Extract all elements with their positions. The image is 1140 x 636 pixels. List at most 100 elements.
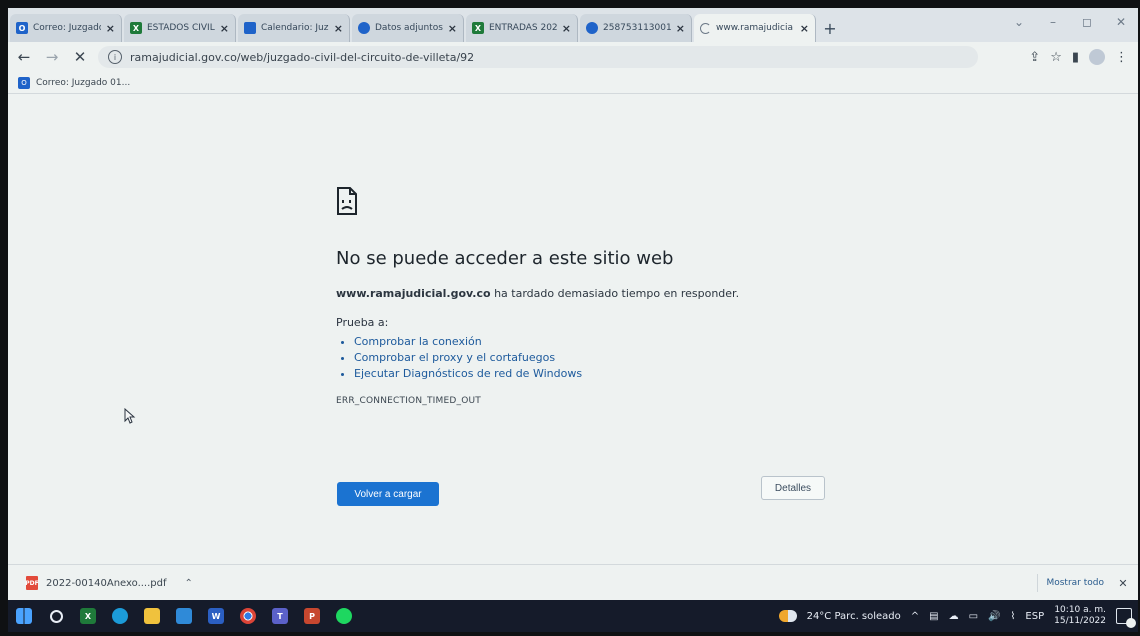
info-icon[interactable]: i — [108, 50, 122, 64]
clock[interactable]: 10:10 a. m. 15/11/2022 — [1054, 605, 1106, 627]
try-label: Prueba a: — [336, 316, 389, 329]
system-tray: 24°C Parc. soleado ^ ▤ ☁ ▭ 🔊 ⌇ ESP 10:10… — [778, 605, 1136, 628]
search-taskbar[interactable] — [40, 600, 72, 632]
language-indicator[interactable]: ESP — [1025, 611, 1044, 622]
new-tab-button[interactable]: + — [816, 14, 844, 42]
download-bar: PDF 2022-00140Anexo....pdf ⌃ Mostrar tod… — [8, 564, 1138, 601]
error-description: www.ramajudicial.gov.co ha tardado demas… — [336, 287, 856, 300]
taskbar-teams[interactable]: T — [264, 600, 296, 632]
suggestion-check-proxy[interactable]: Comprobar el proxy y el cortafuegos — [354, 351, 856, 364]
suggestion-list: Comprobar la conexión Comprobar el proxy… — [336, 335, 856, 380]
error-message: ha tardado demasiado tiempo en responder… — [490, 287, 740, 300]
windows-icon — [16, 608, 32, 624]
tab-calendario[interactable]: Calendario: Juzg × — [238, 14, 350, 42]
close-icon[interactable]: × — [220, 22, 229, 35]
calendar-icon — [244, 22, 256, 34]
word-icon: W — [208, 608, 224, 624]
taskbar-spotify[interactable] — [328, 600, 360, 632]
back-icon[interactable]: ← — [12, 45, 36, 69]
forward-icon[interactable]: → — [40, 45, 64, 69]
chrome-icon — [240, 608, 256, 624]
address-bar[interactable]: i ramajudicial.gov.co/web/juzgado-civil-… — [98, 46, 978, 68]
volume-icon[interactable]: 🔊 — [988, 611, 1000, 622]
reload-button[interactable]: Volver a cargar — [337, 482, 439, 506]
onedrive-icon — [586, 22, 598, 34]
close-icon[interactable]: × — [562, 22, 571, 35]
download-filename: 2022-00140Anexo....pdf — [46, 577, 167, 589]
close-icon[interactable]: × — [800, 22, 809, 35]
window-controls: ⌄ – ◻ ✕ — [1002, 8, 1138, 36]
menu-icon[interactable]: ⋮ — [1115, 50, 1128, 65]
tab-datos-adjuntos[interactable]: Datos adjuntos × — [352, 14, 464, 42]
show-all-button[interactable]: Mostrar todo — [1037, 574, 1112, 592]
clipboard-icon[interactable]: ▤ — [929, 611, 938, 622]
loading-icon — [700, 22, 711, 34]
powerpoint-icon: P — [304, 608, 320, 624]
outlook-icon: O — [18, 76, 30, 89]
tab-correo[interactable]: O Correo: Juzgado × — [10, 14, 122, 42]
browser-toolbar: ← → ✕ i ramajudicial.gov.co/web/juzgado-… — [8, 42, 1138, 72]
screen: O Correo: Juzgado × X ESTADOS CIVILES × … — [8, 8, 1138, 632]
tab-title: www.ramajudicia — [716, 23, 793, 33]
download-item[interactable]: PDF 2022-00140Anexo....pdf — [25, 576, 167, 590]
profile-icon[interactable] — [1089, 49, 1105, 65]
cloud-icon[interactable]: ☁ — [949, 611, 959, 622]
tab-estados-civiles[interactable]: X ESTADOS CIVILES × — [124, 14, 236, 42]
suggestion-run-diagnostics[interactable]: Ejecutar Diagnósticos de red de Windows — [354, 367, 856, 380]
page-content: No se puede acceder a este sitio web www… — [8, 94, 1138, 564]
taskbar-chrome[interactable] — [232, 600, 264, 632]
details-button[interactable]: Detalles — [761, 476, 825, 500]
taskbar: X W T P 24°C Parc. soleado ^ ▤ ☁ ▭ 🔊 ⌇ E… — [8, 600, 1138, 632]
tab-title: 25875311300128 — [603, 23, 671, 33]
excel-icon: X — [130, 22, 142, 34]
error-code: ERR_CONNECTION_TIMED_OUT — [336, 396, 481, 406]
taskbar-app[interactable] — [168, 600, 200, 632]
weather-text[interactable]: 24°C Parc. soleado — [807, 611, 901, 622]
stop-icon[interactable]: ✕ — [68, 45, 92, 69]
app-icon — [176, 608, 192, 624]
close-icon[interactable]: × — [106, 22, 115, 35]
bookmark-correo[interactable]: Correo: Juzgado 01... — [36, 78, 130, 88]
teams-icon: T — [272, 608, 288, 624]
close-window-icon[interactable]: ✕ — [1104, 8, 1138, 36]
notification-icon[interactable] — [1116, 608, 1136, 628]
maximize-icon[interactable]: ◻ — [1070, 8, 1104, 36]
excel-icon: X — [80, 608, 96, 624]
site-host: www.ramajudicial.gov.co — [336, 287, 491, 300]
start-button[interactable] — [8, 600, 40, 632]
chevron-down-icon[interactable]: ⌄ — [1002, 8, 1036, 36]
close-download-bar-icon[interactable]: ✕ — [1112, 577, 1134, 590]
excel-icon: X — [472, 22, 484, 34]
tab-title: Correo: Juzgado — [33, 23, 101, 33]
taskbar-edge[interactable] — [104, 600, 136, 632]
close-icon[interactable]: × — [448, 22, 457, 35]
tab-entradas[interactable]: X ENTRADAS 2022 × — [466, 14, 578, 42]
close-icon[interactable]: × — [676, 22, 685, 35]
taskbar-excel[interactable]: X — [72, 600, 104, 632]
wifi-icon[interactable]: ⌇ — [1011, 611, 1016, 622]
bookmarks-bar: O Correo: Juzgado 01... — [8, 72, 1138, 94]
suggestion-check-connection[interactable]: Comprobar la conexión — [354, 335, 856, 348]
tab-onedrive-file[interactable]: 25875311300128 × — [580, 14, 692, 42]
minimize-icon[interactable]: – — [1036, 8, 1070, 36]
close-icon[interactable]: × — [334, 22, 343, 35]
star-icon[interactable]: ☆ — [1050, 50, 1062, 65]
taskbar-powerpoint[interactable]: P — [296, 600, 328, 632]
date-text: 15/11/2022 — [1054, 616, 1106, 626]
chevron-up-icon[interactable]: ^ — [911, 611, 919, 622]
edge-icon — [112, 608, 128, 624]
share-icon[interactable]: ⇪ — [1029, 50, 1040, 65]
search-icon — [49, 609, 63, 623]
tab-title: ENTRADAS 2022 — [489, 23, 557, 33]
sidepanel-icon[interactable]: ▮ — [1072, 50, 1079, 65]
taskbar-word[interactable]: W — [200, 600, 232, 632]
tab-ramajudicial[interactable]: www.ramajudicia × — [694, 14, 816, 42]
onedrive-icon — [358, 22, 370, 34]
url-text: ramajudicial.gov.co/web/juzgado-civil-de… — [130, 50, 475, 64]
page-title: No se puede acceder a este sitio web — [336, 248, 674, 269]
battery-icon[interactable]: ▭ — [969, 611, 978, 622]
chevron-up-icon[interactable]: ⌃ — [185, 578, 193, 589]
time-text: 10:10 a. m. — [1054, 605, 1106, 615]
mouse-cursor-icon — [124, 408, 136, 424]
taskbar-explorer[interactable] — [136, 600, 168, 632]
